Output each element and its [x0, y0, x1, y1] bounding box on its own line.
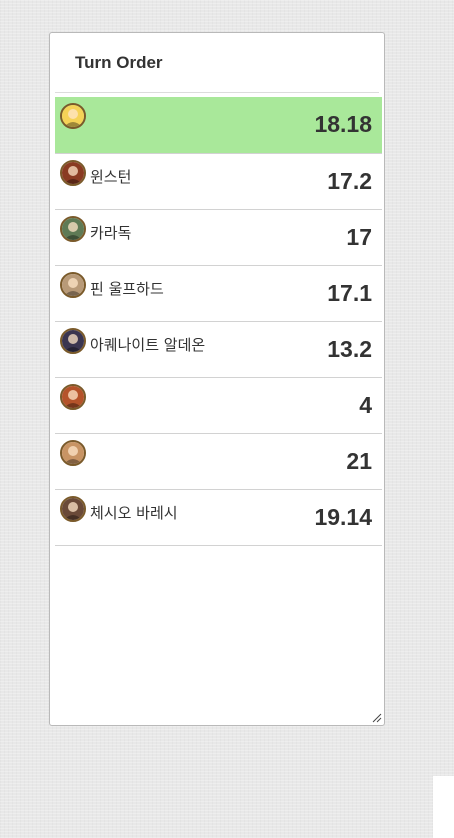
turn-order-row[interactable]: 윈스턴 17.2: [55, 154, 382, 210]
panel-title: Turn Order: [75, 53, 163, 72]
unit-name: 체시오 바레시: [90, 504, 178, 522]
turn-order-row[interactable]: 체시오 바레시 19.14: [55, 490, 382, 546]
portrait-icon: [60, 160, 86, 186]
turn-value: 19.14: [314, 504, 372, 530]
portrait-icon: [60, 496, 86, 522]
turn-value: 17.2: [327, 168, 372, 194]
unit-name: 아퀘나이트 알데온: [90, 336, 206, 354]
turn-order-row[interactable]: 카라독 17: [55, 210, 382, 266]
portrait-icon: [60, 440, 86, 466]
unit-name: 카라독: [90, 224, 132, 242]
turn-order-row[interactable]: 핀 울프하드 17.1: [55, 266, 382, 322]
turn-order-row[interactable]: 21: [55, 434, 382, 490]
turn-value: 13.2: [327, 336, 372, 362]
turn-value: 17: [346, 224, 372, 250]
header-divider: [55, 92, 379, 93]
turn-value: 4: [359, 392, 372, 418]
turn-value: 17.1: [327, 280, 372, 306]
unit-name: 윈스턴: [90, 168, 132, 186]
page-corner: [433, 776, 454, 838]
portrait-icon: [60, 272, 86, 298]
turn-value: 18.18: [314, 111, 372, 137]
turn-order-row[interactable]: 18.18: [55, 97, 382, 154]
turn-order-row[interactable]: 4: [55, 378, 382, 434]
unit-name: 핀 울프하드: [90, 280, 164, 298]
turn-value: 21: [346, 448, 372, 474]
turn-order-panel: Turn Order 18.18 윈스턴 17.2 카라독 17 핀 울프하드 …: [49, 32, 385, 726]
turn-order-list: 18.18 윈스턴 17.2 카라독 17 핀 울프하드 17.1 아퀘나이트 …: [55, 97, 382, 546]
resize-handle-icon[interactable]: [371, 712, 382, 723]
turn-order-row[interactable]: 아퀘나이트 알데온 13.2: [55, 322, 382, 378]
portrait-icon: [60, 384, 86, 410]
portrait-icon: [60, 216, 86, 242]
portrait-icon: [60, 328, 86, 354]
portrait-icon: [60, 103, 86, 129]
